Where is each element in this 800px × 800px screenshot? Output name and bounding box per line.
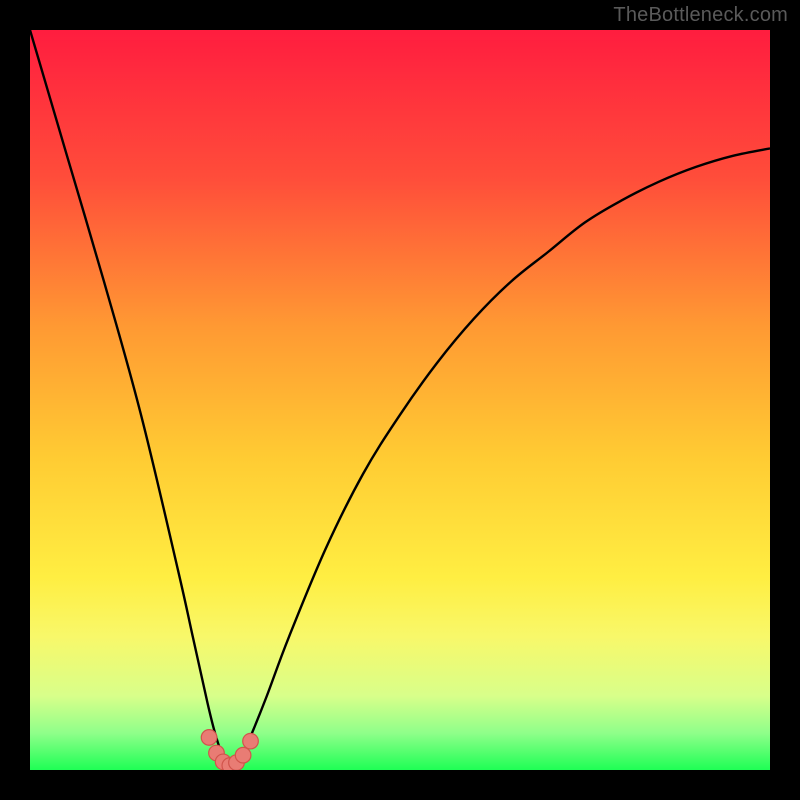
plot-area — [30, 30, 770, 770]
attribution-text: TheBottleneck.com — [613, 4, 788, 27]
chart-frame: TheBottleneck.com — [0, 0, 800, 800]
bottleneck-curve — [30, 30, 770, 766]
marker-point — [235, 747, 251, 763]
low-bottleneck-markers — [201, 730, 258, 770]
marker-point — [243, 733, 259, 749]
curve-layer — [30, 30, 770, 770]
marker-point — [201, 730, 217, 746]
